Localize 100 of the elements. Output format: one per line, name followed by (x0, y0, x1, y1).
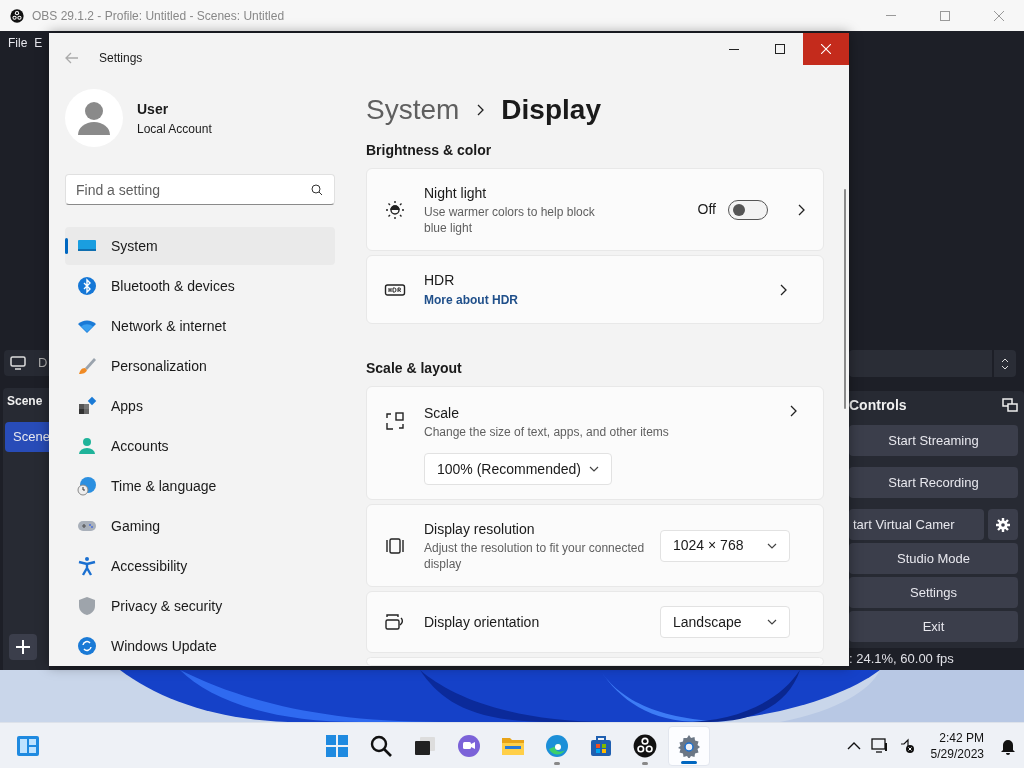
setting-title: Display orientation (424, 612, 541, 632)
setting-card[interactable]: Scale Change the size of text, apps, and other items 100% (Recommended) (366, 386, 824, 500)
minimize-icon (729, 48, 739, 50)
status-text: : 24.1%, 60.00 fps (849, 650, 954, 669)
nav-item[interactable]: Bluetooth & devices (65, 267, 335, 305)
nav-item[interactable]: Windows Update (65, 627, 335, 665)
chevron-down-icon (767, 619, 777, 625)
time: 2:42 PM (939, 729, 984, 746)
control-button[interactable]: Settings (849, 577, 1018, 608)
setting-title: Display resolution (424, 520, 536, 539)
date: 5/29/2023 (930, 745, 984, 762)
plus-icon (16, 640, 30, 654)
section-heading: Scale & layout (366, 359, 463, 378)
control-button[interactable]: Studio Mode (849, 543, 1018, 574)
dropdown[interactable]: 100% (Recommended) (424, 453, 612, 485)
shield-icon (77, 596, 97, 616)
float-dock-icon[interactable] (1002, 398, 1018, 412)
search-icon (311, 184, 323, 196)
control-button[interactable]: Start Recording (849, 467, 1018, 498)
orientation-icon (384, 611, 406, 633)
setting-card[interactable]: Night light Use warmer colors to help block blue light Off (366, 168, 824, 251)
obs-icon (633, 733, 657, 758)
setting-card[interactable]: Display resolution Adjust the resolution to fit your connected display 1024 × 768 (366, 504, 824, 587)
setting-card[interactable]: Display orientation Landscape (366, 591, 824, 653)
nav-item[interactable]: Accessibility (65, 547, 335, 585)
nav-item[interactable]: Privacy & security (65, 587, 335, 625)
nav-item[interactable]: Accounts (65, 427, 335, 465)
setting-description: Change the size of text, apps, and other items (424, 423, 670, 440)
store-icon (589, 733, 613, 758)
gear-icon (677, 733, 701, 758)
chevron-down-icon (767, 542, 777, 549)
control-button[interactable]: Start Streaming (849, 425, 1018, 456)
breadcrumb-separator-icon (475, 104, 486, 116)
add-button[interactable] (9, 634, 37, 660)
accessibility-icon (77, 556, 97, 576)
scale-icon (384, 410, 406, 432)
start-icon (325, 733, 349, 758)
more-about-link[interactable]: More about HDR (424, 291, 778, 309)
volume-muted-icon[interactable] (898, 737, 915, 754)
breadcrumb-parent[interactable]: System (366, 89, 460, 131)
person-icon (77, 436, 97, 456)
page-title: Display (501, 93, 601, 127)
obs-logo-icon (10, 8, 24, 23)
scene-item[interactable]: Scene (5, 422, 49, 452)
brush-icon (77, 356, 97, 376)
nav-item[interactable]: Network & internet (65, 307, 335, 345)
brightness-icon (384, 198, 406, 221)
setting-title: Night light (424, 184, 488, 203)
update-icon (77, 636, 97, 656)
settings-button[interactable] (988, 509, 1018, 540)
nav-item[interactable]: Time & language (65, 467, 335, 505)
dropdown[interactable]: Landscape (660, 606, 790, 638)
nav-item[interactable]: System (65, 227, 335, 265)
section-heading: Brightness & color (366, 141, 493, 160)
control-button[interactable]: tart Virtual Camer (849, 509, 984, 540)
account-type: Local Account (137, 120, 212, 138)
chat-icon (457, 733, 481, 758)
chevron-right-icon (788, 405, 798, 417)
nav-item[interactable]: Personalization (65, 347, 335, 385)
person-icon (78, 101, 110, 135)
search-field[interactable]: Find a setting (65, 174, 335, 205)
chevron-up-icon[interactable] (846, 741, 861, 750)
setting-card[interactable]: HDR More about HDR (366, 255, 824, 324)
source-name: D (38, 354, 48, 373)
clock[interactable]: 2:42 PM 5/29/2023 (924, 729, 990, 762)
maximize-icon[interactable] (940, 10, 950, 21)
bluetooth-icon (77, 276, 97, 296)
close-icon (821, 44, 831, 54)
spin-button[interactable] (994, 350, 1016, 377)
toggle-switch[interactable] (728, 199, 768, 220)
apps-icon (77, 396, 97, 416)
control-button[interactable]: Exit (849, 611, 1018, 642)
browser-icon (545, 733, 569, 758)
chevron-down-icon (589, 466, 599, 472)
close-icon[interactable] (994, 10, 1004, 21)
dropdown[interactable]: 1024 × 768 (660, 529, 790, 562)
chevron-right-icon (778, 283, 788, 296)
dock-title: Scene (6, 393, 44, 410)
setting-description: Use warmer colors to help block blue light (424, 204, 596, 236)
nav-item[interactable]: Gaming (65, 507, 335, 545)
chevron-right-icon (796, 203, 806, 216)
toggle-state-label: Off (697, 200, 716, 219)
maximize-icon (775, 44, 785, 54)
setting-description: Adjust the resolution to fit your connected display (424, 540, 646, 572)
menu-item[interactable]: E (34, 34, 43, 52)
widgets-button[interactable] (16, 733, 40, 758)
menu-item[interactable]: File (8, 34, 28, 52)
user-name: User (137, 99, 170, 119)
scrollbar[interactable] (844, 189, 846, 409)
monitor-icon (10, 356, 26, 370)
window-title: Settings (99, 50, 143, 67)
globe-clock-icon (77, 476, 97, 496)
nav-item[interactable]: Apps (65, 387, 335, 425)
search-icon (369, 733, 393, 758)
setting-title: HDR (424, 271, 456, 290)
setting-title: Scale (424, 403, 461, 423)
widgets-icon (16, 734, 40, 757)
window-title: OBS 29.1.2 - Profile: Untitled - Scenes: Untitled (32, 7, 285, 25)
network-icon[interactable] (870, 737, 889, 754)
up-down-icon (1001, 356, 1009, 371)
